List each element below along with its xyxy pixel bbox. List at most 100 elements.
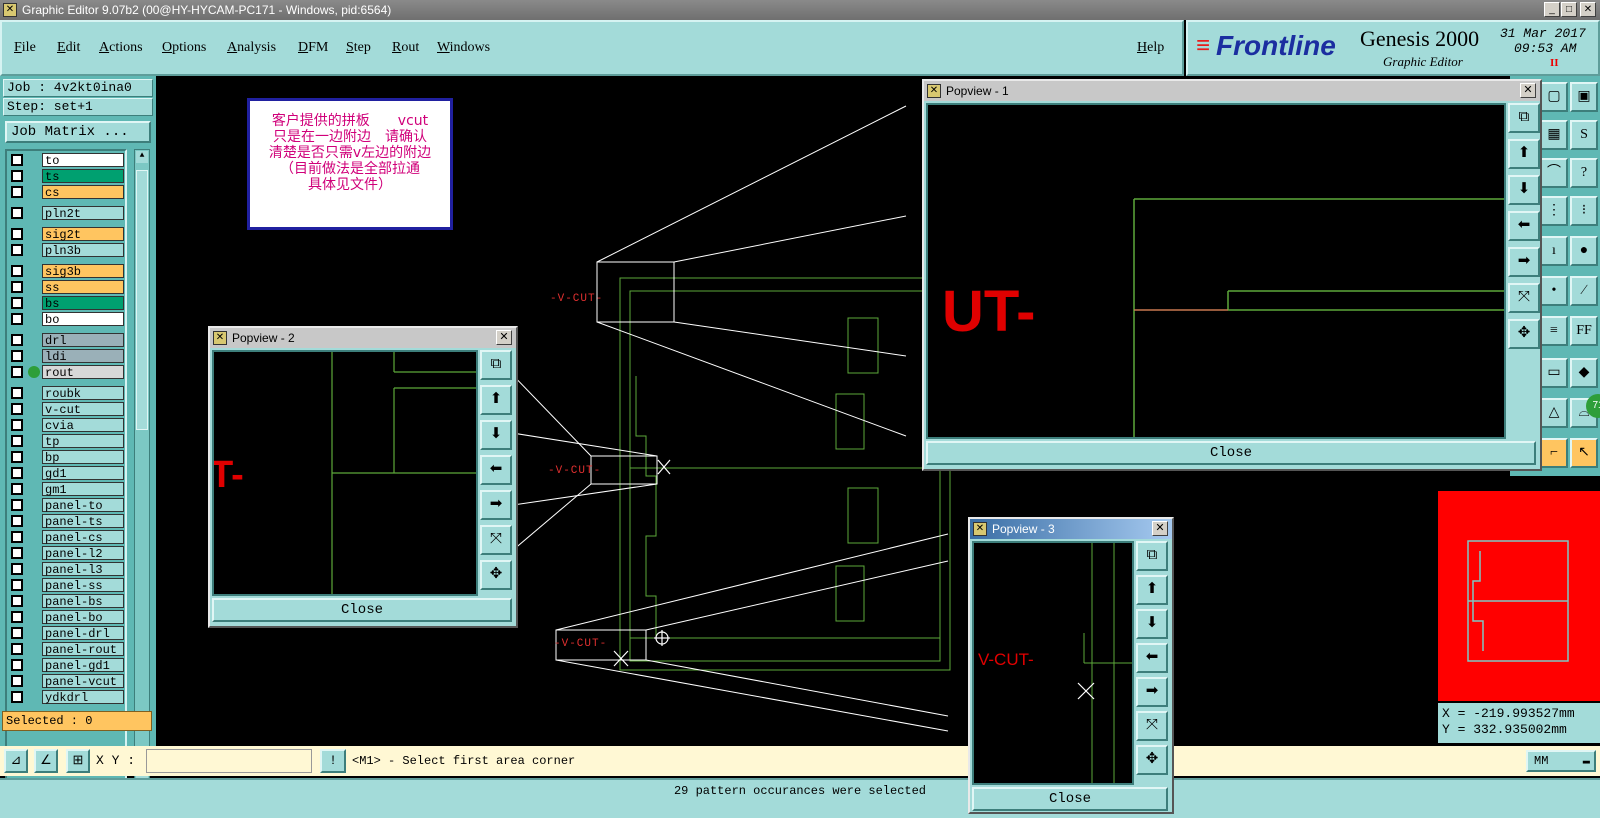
- popview-1-close-icon[interactable]: ✕: [1520, 83, 1536, 98]
- layer-name[interactable]: panel-ts: [42, 514, 124, 529]
- layer-checkbox[interactable]: [11, 467, 23, 479]
- layer-checkbox[interactable]: [11, 515, 23, 527]
- layer-row-bo[interactable]: bo: [9, 312, 125, 327]
- layer-row-panel-drl[interactable]: panel-drl: [9, 626, 125, 641]
- menu-rout[interactable]: Rout: [392, 40, 419, 56]
- layer-checkbox[interactable]: [11, 366, 23, 378]
- alert-icon[interactable]: !: [320, 749, 346, 773]
- layer-checkbox[interactable]: [11, 435, 23, 447]
- tool-shapes-icon[interactable]: ◆: [1570, 358, 1598, 388]
- tool-help-icon[interactable]: ?: [1570, 158, 1598, 188]
- layer-row-panel-l2[interactable]: panel-l2: [9, 546, 125, 561]
- xy-input[interactable]: [146, 749, 312, 773]
- layer-name[interactable]: bo: [42, 312, 124, 327]
- layer-name[interactable]: pln2t: [42, 206, 124, 221]
- popview-1-titlebar[interactable]: ✕ Popview - 1 ✕: [924, 81, 1540, 101]
- tool-grid-icon[interactable]: ▦: [1540, 120, 1568, 150]
- layer-name[interactable]: to: [42, 153, 124, 168]
- menu-step[interactable]: Step: [346, 40, 371, 56]
- tool-triangle-icon[interactable]: △: [1540, 398, 1568, 428]
- layer-name[interactable]: panel-rout: [42, 642, 124, 657]
- menu-edit[interactable]: Edit: [57, 40, 80, 56]
- angle-icon[interactable]: ∠: [34, 749, 58, 773]
- layer-row-panel-l3[interactable]: panel-l3: [9, 562, 125, 577]
- menu-actions[interactable]: Actions: [99, 40, 143, 56]
- layer-checkbox[interactable]: [11, 207, 23, 219]
- pan-right-icon[interactable]: ➡: [1508, 247, 1540, 277]
- zoom-in-icon[interactable]: ⤧: [1508, 283, 1540, 313]
- layer-checkbox[interactable]: [11, 265, 23, 277]
- tool-bars-icon[interactable]: ı: [1540, 236, 1568, 266]
- layer-row-v-cut[interactable]: v-cut: [9, 402, 125, 417]
- units-select[interactable]: MM ▬: [1526, 750, 1596, 772]
- pan-right-icon[interactable]: ➡: [1136, 677, 1168, 707]
- grid-toggle-icon[interactable]: ⊞: [66, 749, 90, 773]
- layer-name[interactable]: pln3b: [42, 243, 124, 258]
- pan-down-icon[interactable]: ⬇: [1136, 609, 1168, 639]
- menu-file[interactable]: File: [14, 40, 36, 56]
- layer-name[interactable]: sig3b: [42, 264, 124, 279]
- layer-name[interactable]: cvia: [42, 418, 124, 433]
- popview-2-canvas[interactable]: T-: [210, 350, 478, 596]
- zoom-window-icon[interactable]: ⧉: [480, 350, 512, 380]
- layer-checkbox[interactable]: [11, 334, 23, 346]
- layer-checkbox[interactable]: [11, 387, 23, 399]
- layer-name[interactable]: panel-l3: [42, 562, 124, 577]
- layer-row-ldi[interactable]: ldi: [9, 349, 125, 364]
- layer-checkbox[interactable]: [11, 595, 23, 607]
- layer-checkbox[interactable]: [11, 611, 23, 623]
- popview-1-canvas[interactable]: UT-: [926, 103, 1506, 439]
- layer-name[interactable]: bs: [42, 296, 124, 311]
- tool-ff-icon[interactable]: FF: [1570, 316, 1598, 346]
- layer-checkbox[interactable]: [11, 627, 23, 639]
- layer-row-bp[interactable]: bp: [9, 450, 125, 465]
- layer-row-panel-ss[interactable]: panel-ss: [9, 578, 125, 593]
- zoom-fit-icon[interactable]: ✥: [1508, 319, 1540, 349]
- zoom-window-icon[interactable]: ⧉: [1136, 541, 1168, 571]
- layer-row-to[interactable]: to: [9, 153, 125, 168]
- layer-name[interactable]: tp: [42, 434, 124, 449]
- layer-row-ydkdrl[interactable]: ydkdrl: [9, 690, 125, 705]
- tool-frame-icon[interactable]: ▢: [1540, 82, 1568, 112]
- layer-checkbox[interactable]: [11, 659, 23, 671]
- zoom-window-icon[interactable]: ⧉: [1508, 103, 1540, 133]
- layer-name[interactable]: rout: [42, 365, 124, 380]
- tool-pad-icon[interactable]: ⋮: [1540, 196, 1568, 226]
- layer-name[interactable]: ss: [42, 280, 124, 295]
- layer-row-cs[interactable]: cs: [9, 185, 125, 200]
- layer-row-roubk[interactable]: roubk: [9, 386, 125, 401]
- layer-name[interactable]: panel-ss: [42, 578, 124, 593]
- zoom-fit-icon[interactable]: ✥: [480, 560, 512, 590]
- layer-checkbox[interactable]: [11, 154, 23, 166]
- menu-options[interactable]: Options: [162, 40, 206, 56]
- layer-checkbox[interactable]: [11, 186, 23, 198]
- layer-row-sig3b[interactable]: sig3b: [9, 264, 125, 279]
- layer-checkbox[interactable]: [11, 350, 23, 362]
- popview-3-close-button[interactable]: Close: [972, 787, 1168, 811]
- layer-row-rout[interactable]: rout: [9, 365, 125, 380]
- layer-row-panel-bs[interactable]: panel-bs: [9, 594, 125, 609]
- popview-3-titlebar[interactable]: ✕ Popview - 3 ✕: [970, 519, 1172, 539]
- popview-1-close-button[interactable]: Close: [926, 441, 1536, 465]
- layer-checkbox[interactable]: [11, 579, 23, 591]
- layer-row-panel-bo[interactable]: panel-bo: [9, 610, 125, 625]
- layer-checkbox[interactable]: [11, 643, 23, 655]
- pan-left-icon[interactable]: ⬅: [1136, 643, 1168, 673]
- layer-name[interactable]: ldi: [42, 349, 124, 364]
- layer-checkbox[interactable]: [11, 244, 23, 256]
- layer-checkbox[interactable]: [11, 675, 23, 687]
- pan-right-icon[interactable]: ➡: [480, 490, 512, 520]
- tool-net-icon[interactable]: ⁝: [1570, 196, 1598, 226]
- job-matrix-button[interactable]: Job Matrix ...: [5, 121, 151, 143]
- layer-name[interactable]: roubk: [42, 386, 124, 401]
- layer-checkbox[interactable]: [11, 313, 23, 325]
- zoom-in-icon[interactable]: ⤧: [480, 525, 512, 555]
- layer-name[interactable]: gm1: [42, 482, 124, 497]
- popview-2-titlebar[interactable]: ✕ Popview - 2 ✕: [210, 328, 516, 348]
- layer-row-pln3b[interactable]: pln3b: [9, 243, 125, 258]
- layer-name[interactable]: ydkdrl: [42, 690, 124, 705]
- layer-list-scrollbar[interactable]: ▲ ▼: [134, 149, 150, 783]
- popview-3-canvas[interactable]: V-CUT-: [972, 541, 1134, 785]
- layer-row-gd1[interactable]: gd1: [9, 466, 125, 481]
- pan-down-icon[interactable]: ⬇: [480, 420, 512, 450]
